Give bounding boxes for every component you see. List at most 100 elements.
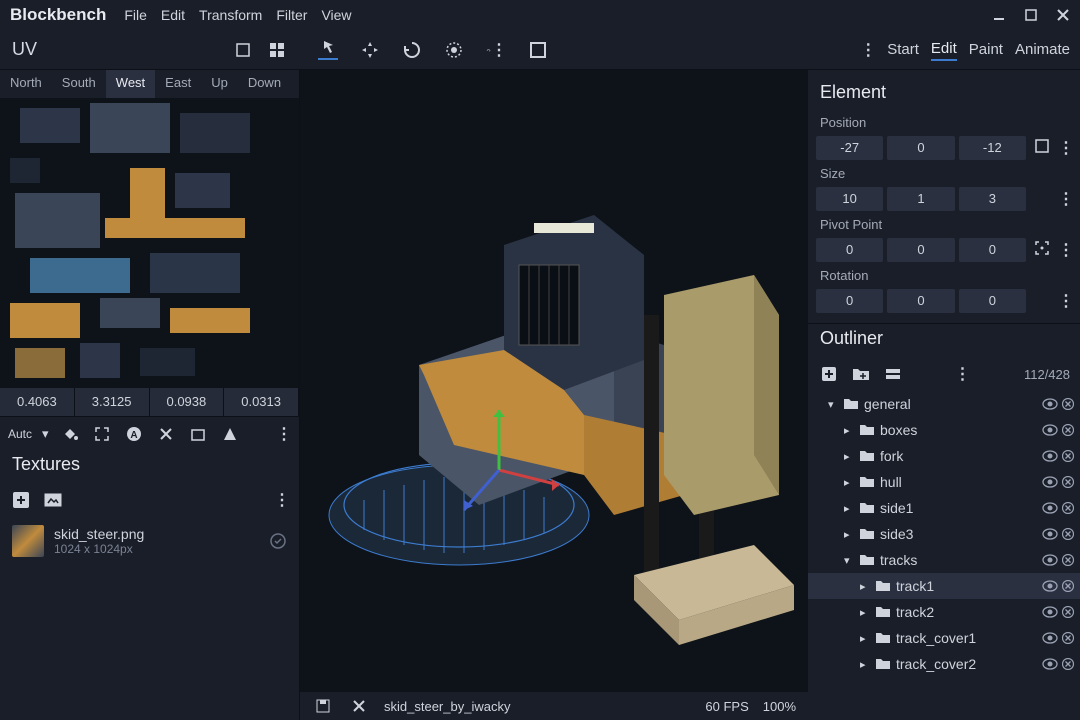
- reset-uv-icon[interactable]: [187, 423, 209, 445]
- toggle-options-icon[interactable]: [882, 363, 904, 385]
- rotation-more-icon[interactable]: ⋮: [1058, 291, 1072, 311]
- close-tab-icon[interactable]: [348, 695, 370, 717]
- remove-icon[interactable]: [1062, 424, 1074, 436]
- chevron-icon[interactable]: ▾: [828, 398, 838, 411]
- maximize-uv-icon[interactable]: [91, 423, 113, 445]
- visibility-icon[interactable]: [1042, 580, 1058, 592]
- chevron-icon[interactable]: ▸: [844, 424, 854, 437]
- minimize-icon[interactable]: [992, 8, 1006, 22]
- tree-item-track2[interactable]: ▸track2: [808, 599, 1080, 625]
- pivot-y[interactable]: 0: [887, 238, 954, 262]
- mode-edit[interactable]: Edit: [931, 38, 957, 61]
- uv-coord-w[interactable]: 0.0938: [150, 388, 225, 416]
- position-box-icon[interactable]: [1034, 138, 1054, 158]
- mode-start[interactable]: Start: [887, 39, 919, 60]
- menu-edit[interactable]: Edit: [161, 7, 185, 23]
- tree-item-track_cover1[interactable]: ▸track_cover1: [808, 625, 1080, 651]
- close-icon[interactable]: [1056, 8, 1070, 22]
- uv-coord-x[interactable]: 0.4063: [0, 388, 75, 416]
- paint-bucket-icon[interactable]: [59, 423, 81, 445]
- auto-uv-button[interactable]: Autc: [8, 427, 32, 441]
- rotation-x[interactable]: 0: [816, 289, 883, 313]
- pivot-center-icon[interactable]: [1034, 240, 1054, 260]
- uv-tab-south[interactable]: South: [52, 70, 106, 98]
- display-tool-icon[interactable]: [528, 40, 548, 60]
- vertex-options-icon[interactable]: ⋮: [491, 40, 506, 60]
- textures-more-icon[interactable]: ⋮: [274, 490, 289, 510]
- remove-icon[interactable]: [1062, 450, 1074, 462]
- visibility-icon[interactable]: [1042, 554, 1058, 566]
- uv-tab-down[interactable]: Down: [238, 70, 291, 98]
- add-cube-icon[interactable]: [818, 363, 840, 385]
- tree-item-track1[interactable]: ▸track1: [808, 573, 1080, 599]
- visibility-icon[interactable]: [1042, 424, 1058, 436]
- tree-item-general[interactable]: ▾general: [808, 391, 1080, 417]
- pivot-z[interactable]: 0: [959, 238, 1026, 262]
- maximize-icon[interactable]: [1024, 8, 1038, 22]
- chevron-icon[interactable]: ▸: [844, 450, 854, 463]
- visibility-icon[interactable]: [1042, 398, 1058, 410]
- chevron-icon[interactable]: ▸: [860, 580, 870, 593]
- size-y[interactable]: 1: [887, 187, 954, 211]
- uv-grid-icon[interactable]: [266, 39, 288, 61]
- tree-item-side3[interactable]: ▸side3: [808, 521, 1080, 547]
- uv-coord-h[interactable]: 0.0313: [224, 388, 299, 416]
- position-x[interactable]: -27: [816, 136, 883, 160]
- rotation-z[interactable]: 0: [959, 289, 1026, 313]
- uv-more-icon[interactable]: ⋮: [276, 424, 291, 444]
- texture-item[interactable]: skid_steer.png 1024 x 1024px: [0, 517, 299, 565]
- menu-transform[interactable]: Transform: [199, 7, 262, 23]
- warning-icon[interactable]: [219, 423, 241, 445]
- tree-item-hull[interactable]: ▸hull: [808, 469, 1080, 495]
- menu-file[interactable]: File: [124, 7, 147, 23]
- add-group-icon[interactable]: [850, 363, 872, 385]
- remove-icon[interactable]: [1062, 398, 1074, 410]
- size-x[interactable]: 10: [816, 187, 883, 211]
- remove-icon[interactable]: [1062, 632, 1074, 644]
- visibility-icon[interactable]: [1042, 476, 1058, 488]
- position-more-icon[interactable]: ⋮: [1058, 138, 1072, 158]
- position-z[interactable]: -12: [959, 136, 1026, 160]
- visibility-icon[interactable]: [1042, 450, 1058, 462]
- add-texture-icon[interactable]: [10, 489, 32, 511]
- move-tool-icon[interactable]: [318, 40, 338, 60]
- auto-uv-dropdown-icon[interactable]: ▾: [42, 426, 49, 442]
- pivot-more-icon[interactable]: ⋮: [1058, 240, 1072, 260]
- uv-tab-east[interactable]: East: [155, 70, 201, 98]
- pivot-x[interactable]: 0: [816, 238, 883, 262]
- uv-tab-up[interactable]: Up: [201, 70, 238, 98]
- rotate-tool-icon[interactable]: [402, 40, 422, 60]
- chevron-icon[interactable]: ▸: [860, 632, 870, 645]
- mode-paint[interactable]: Paint: [969, 39, 1003, 60]
- remove-icon[interactable]: [1062, 658, 1074, 670]
- visibility-icon[interactable]: [1042, 606, 1058, 618]
- uv-tab-north[interactable]: North: [0, 70, 52, 98]
- chevron-icon[interactable]: ▸: [844, 528, 854, 541]
- chevron-icon[interactable]: ▸: [860, 606, 870, 619]
- uv-canvas[interactable]: [0, 98, 299, 388]
- remove-icon[interactable]: [1062, 580, 1074, 592]
- resize-tool-icon[interactable]: [360, 40, 380, 60]
- texture-visible-icon[interactable]: [269, 532, 287, 550]
- tree-item-track_cover2[interactable]: ▸track_cover2: [808, 651, 1080, 677]
- visibility-icon[interactable]: [1042, 528, 1058, 540]
- uv-coord-y[interactable]: 3.3125: [75, 388, 150, 416]
- vertex-tool-icon[interactable]: ⋮: [486, 40, 506, 60]
- mode-animate[interactable]: Animate: [1015, 39, 1070, 60]
- tree-item-boxes[interactable]: ▸boxes: [808, 417, 1080, 443]
- visibility-icon[interactable]: [1042, 658, 1058, 670]
- remove-icon[interactable]: [1062, 476, 1074, 488]
- menu-filter[interactable]: Filter: [276, 7, 307, 23]
- size-z[interactable]: 3: [959, 187, 1026, 211]
- uv-tab-west[interactable]: West: [106, 70, 155, 98]
- size-more-icon[interactable]: ⋮: [1058, 189, 1072, 209]
- tree-item-side1[interactable]: ▸side1: [808, 495, 1080, 521]
- visibility-icon[interactable]: [1042, 502, 1058, 514]
- chevron-icon[interactable]: ▸: [860, 658, 870, 671]
- auto-cull-icon[interactable]: A: [123, 423, 145, 445]
- uv-fullscreen-icon[interactable]: [232, 39, 254, 61]
- tree-item-tracks[interactable]: ▾tracks: [808, 547, 1080, 573]
- clear-uv-icon[interactable]: [155, 423, 177, 445]
- remove-icon[interactable]: [1062, 554, 1074, 566]
- remove-icon[interactable]: [1062, 606, 1074, 618]
